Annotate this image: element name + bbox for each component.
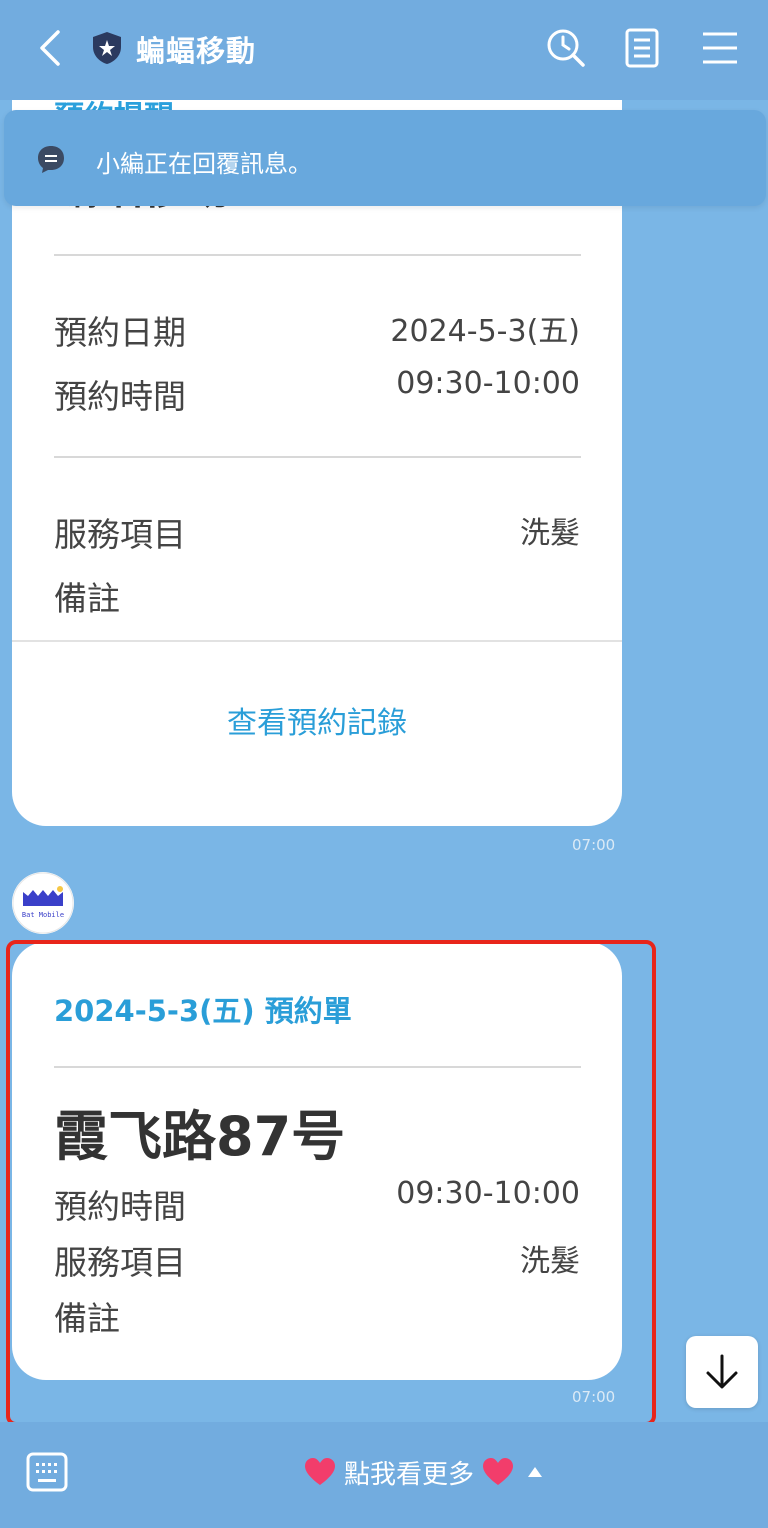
bat-mobile-logo: Bat Mobile bbox=[12, 872, 74, 934]
heart-icon bbox=[305, 1458, 335, 1485]
divider bbox=[54, 456, 581, 458]
rich-menu-toggle[interactable]: 點我看更多 bbox=[304, 1452, 543, 1492]
view-records-button[interactable]: 查看預約記錄 bbox=[12, 698, 622, 742]
avatar[interactable]: Bat Mobile bbox=[12, 872, 74, 934]
back-icon[interactable] bbox=[30, 26, 70, 70]
clock-search-icon[interactable] bbox=[544, 26, 588, 70]
time-label: 預約時間 bbox=[54, 377, 186, 416]
chat-area[interactable]: 預約提醒 蝙蝠移動 預約日期 2024-5-3(五) 預約時間 09:30-10… bbox=[0, 100, 768, 1422]
timestamp: 07:00 bbox=[572, 836, 616, 854]
service-label: 服務項目 bbox=[54, 515, 186, 554]
reminder-card: 預約提醒 蝙蝠移動 預約日期 2024-5-3(五) 預約時間 09:30-10… bbox=[12, 100, 622, 826]
shield-icon bbox=[93, 32, 121, 64]
highlight-box bbox=[6, 940, 656, 1422]
chat-title: 蝙蝠移動 bbox=[136, 34, 257, 68]
time-value: 09:30-10:00 bbox=[396, 366, 580, 401]
arrow-down-icon bbox=[706, 1354, 738, 1389]
service-value: 洗髮 bbox=[520, 516, 580, 551]
note-label: 備註 bbox=[54, 579, 120, 618]
notes-icon[interactable] bbox=[620, 26, 664, 70]
reply-status-banner: 小編正在回覆訊息。 bbox=[4, 110, 766, 206]
scroll-down-button[interactable] bbox=[686, 1336, 758, 1408]
menu-icon[interactable] bbox=[698, 26, 742, 70]
keyboard-icon[interactable] bbox=[26, 1452, 68, 1492]
caret-up-icon bbox=[528, 1467, 543, 1477]
rich-menu-bar: 點我看更多 bbox=[0, 1422, 768, 1528]
date-value: 2024-5-3(五) bbox=[390, 314, 580, 349]
divider bbox=[54, 254, 581, 256]
banner-text: 小編正在回覆訊息。 bbox=[96, 150, 312, 178]
avatar-text: Bat Mobile bbox=[22, 911, 64, 919]
chat-bubble-icon bbox=[38, 146, 64, 173]
date-label: 預約日期 bbox=[54, 313, 186, 352]
rich-menu-label: 點我看更多 bbox=[344, 1459, 475, 1490]
divider bbox=[12, 640, 622, 642]
heart-icon bbox=[483, 1458, 514, 1485]
chat-header: 蝙蝠移動 bbox=[0, 0, 768, 100]
